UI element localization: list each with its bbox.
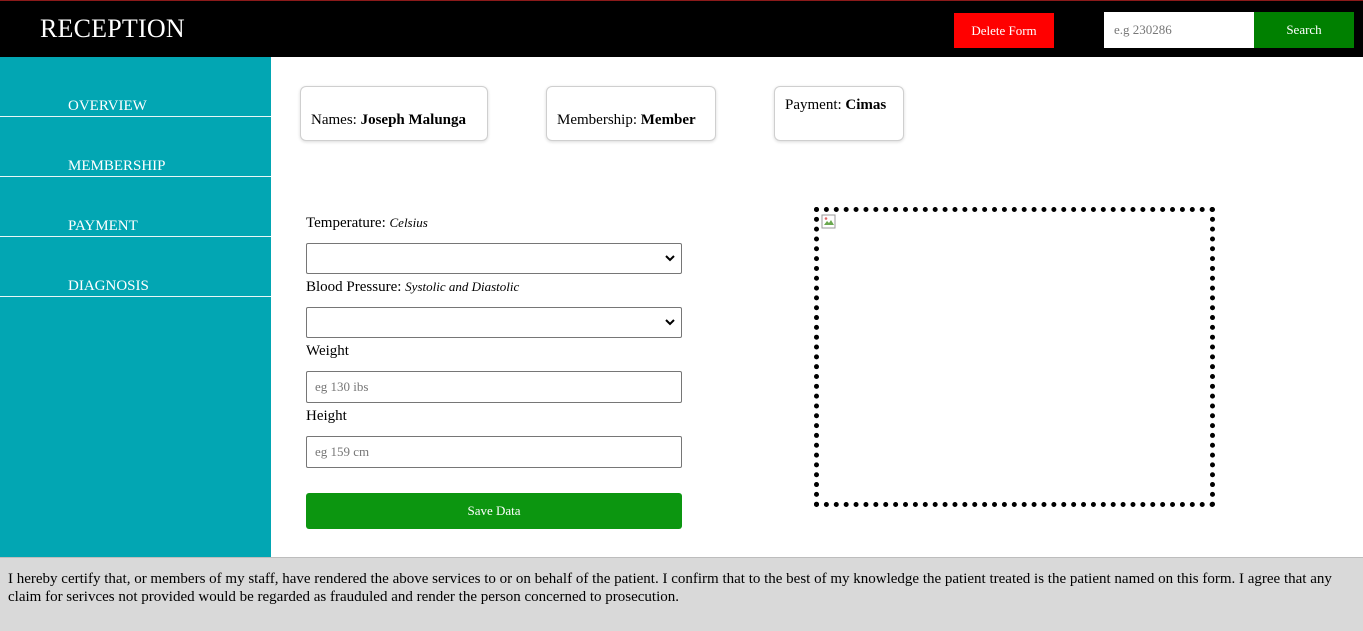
chevron-down-icon — [665, 255, 675, 262]
blood-pressure-hint: Systolic and Diastolic — [405, 279, 520, 294]
height-label: Height — [306, 408, 347, 424]
top-bar: RECEPTION Delete Form Search — [0, 0, 1363, 57]
blood-pressure-select[interactable] — [306, 307, 682, 338]
weight-field[interactable] — [306, 371, 682, 403]
search-input[interactable] — [1104, 12, 1254, 48]
sidebar: OVERVIEW MEMBERSHIP PAYMENT DIAGNOSIS — [0, 57, 271, 557]
payment-card: Payment: Cimas — [774, 86, 904, 141]
payment-value: Cimas — [845, 97, 887, 113]
blood-pressure-label-text: Blood Pressure: — [306, 279, 402, 295]
patient-name: Joseph Malunga — [360, 112, 467, 128]
sidebar-item-diagnosis[interactable]: DIAGNOSIS — [0, 237, 271, 297]
sidebar-item-label: DIAGNOSIS — [68, 278, 149, 294]
patient-image-frame — [814, 207, 1215, 507]
certification-text: I hereby certify that, or members of my … — [8, 571, 1332, 605]
app-title: RECEPTION — [40, 14, 185, 43]
names-card: Names: Joseph Malunga — [300, 86, 488, 141]
chevron-down-icon — [665, 319, 675, 326]
sidebar-item-overview[interactable]: OVERVIEW — [0, 57, 271, 117]
sidebar-item-label: MEMBERSHIP — [68, 158, 166, 174]
height-field[interactable] — [306, 436, 682, 468]
payment-label: Payment: — [785, 97, 842, 113]
sidebar-item-label: OVERVIEW — [68, 98, 147, 114]
temperature-label-text: Temperature: — [306, 215, 386, 231]
membership-value: Member — [640, 112, 696, 128]
broken-image-icon — [821, 214, 836, 229]
delete-form-button[interactable]: Delete Form — [954, 13, 1054, 48]
certification-footer: I hereby certify that, or members of my … — [0, 557, 1363, 631]
blood-pressure-label: Blood Pressure: Systolic and Diastolic — [306, 279, 519, 296]
sidebar-item-label: PAYMENT — [68, 218, 138, 234]
names-label: Names: — [311, 112, 357, 128]
temperature-select[interactable] — [306, 243, 682, 274]
search-button[interactable]: Search — [1254, 12, 1354, 48]
save-data-button[interactable]: Save Data — [306, 493, 682, 529]
membership-card: Membership: Member — [546, 86, 716, 141]
temperature-label: Temperature: Celsius — [306, 215, 428, 232]
membership-label: Membership: — [557, 112, 637, 128]
sidebar-item-membership[interactable]: MEMBERSHIP — [0, 117, 271, 177]
weight-label: Weight — [306, 343, 349, 359]
sidebar-item-payment[interactable]: PAYMENT — [0, 177, 271, 237]
temperature-hint: Celsius — [389, 215, 428, 230]
